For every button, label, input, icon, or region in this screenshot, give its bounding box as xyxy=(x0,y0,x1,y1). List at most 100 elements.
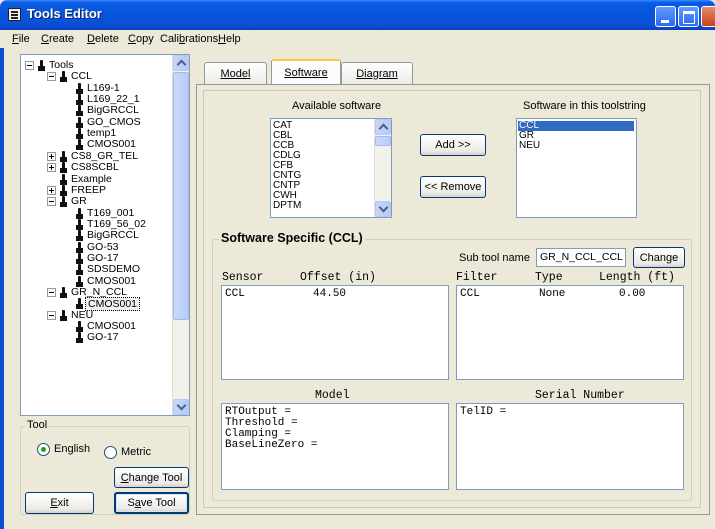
list-item[interactable]: CCL xyxy=(518,121,634,131)
model-line: BaseLineZero = xyxy=(225,439,318,451)
tree-node-label: FREEP xyxy=(71,183,107,196)
english-radio[interactable] xyxy=(37,443,50,456)
tree-node-label: Example xyxy=(71,172,112,185)
tree-node-label: BigGRCCL xyxy=(87,229,139,242)
collapse-icon[interactable] xyxy=(47,197,56,207)
sensor-list[interactable]: CCL 44.50 xyxy=(221,285,449,380)
tree-node-label: GO-17 xyxy=(87,331,119,344)
menu-help[interactable]: Help xyxy=(218,33,241,45)
tool-icon xyxy=(37,60,46,71)
close-button[interactable] xyxy=(701,6,715,27)
tree-node-label: L169_22_1 xyxy=(87,93,140,106)
tool-icon xyxy=(75,116,84,128)
tree-node-label: SDSDEMO xyxy=(87,263,141,276)
tree-node-label: GO-17 xyxy=(87,251,119,264)
menu-calibrations[interactable]: Calibrations xyxy=(160,33,218,45)
tree-scrollbar[interactable] xyxy=(172,55,189,415)
tool-icon xyxy=(75,94,84,106)
collapse-icon[interactable] xyxy=(47,310,56,320)
tab-diagram[interactable]: Diagram xyxy=(341,62,413,84)
toolstring-software-list[interactable]: CCL GR NEU xyxy=(516,118,637,218)
menu-delete[interactable]: Delete xyxy=(87,33,119,45)
tool-icon xyxy=(75,321,84,333)
tool-icon xyxy=(75,207,84,219)
tree-node-label: CMOS001 xyxy=(87,274,137,287)
tree-scroll-down-button[interactable] xyxy=(173,399,189,415)
tool-icon xyxy=(75,82,84,94)
maximize-button[interactable] xyxy=(678,6,699,27)
filter-cell: CCL xyxy=(460,288,480,300)
title-bar: Tools Editor xyxy=(0,0,715,30)
tab-model[interactable]: Model xyxy=(204,62,267,84)
serial-number-textbox[interactable]: TelID = xyxy=(456,403,684,490)
tool-icon xyxy=(75,298,84,310)
expand-icon[interactable] xyxy=(47,185,56,195)
available-scroll-thumb[interactable] xyxy=(375,136,391,146)
menu-file[interactable]: File xyxy=(12,33,30,45)
tools-tree[interactable]: Tools CCL L169-1 L169_22_1 BigGRCCL GO_CMOS te… xyxy=(20,54,190,416)
type-cell: None xyxy=(539,288,566,300)
tool-icon xyxy=(75,128,84,140)
serial-line: TelID = xyxy=(460,406,507,418)
tool-icon xyxy=(59,184,68,196)
offset-cell: 44.50 xyxy=(313,288,347,300)
menu-bar: File Create Delete Copy Calibrations Hel… xyxy=(0,30,715,48)
expand-icon[interactable] xyxy=(47,163,56,173)
tool-icon xyxy=(59,150,68,162)
serial-number-header: Serial Number xyxy=(535,389,625,402)
menu-create[interactable]: Create xyxy=(41,33,74,45)
available-software-list[interactable]: CAT CBL CCB CDLG CFB CNTG CNTP CWH DPTM xyxy=(270,118,392,218)
collapse-icon[interactable] xyxy=(25,61,34,70)
tree-node-label: L169-1 xyxy=(87,81,120,94)
window-title: Tools Editor xyxy=(27,6,102,21)
minimize-button[interactable] xyxy=(655,6,676,27)
tree-node-label: CCL xyxy=(71,70,93,83)
sensor-header: Sensor xyxy=(222,271,264,284)
tree-node-label: T169_001 xyxy=(87,206,135,219)
tree-node-label: BigGRCCL xyxy=(87,104,139,117)
tool-icon xyxy=(59,162,68,174)
tree-node-label: Tools xyxy=(49,59,74,71)
list-item[interactable]: DPTM xyxy=(273,201,301,211)
tree-scroll-up-button[interactable] xyxy=(173,55,189,71)
change-subtool-button[interactable]: Change xyxy=(633,247,685,268)
tool-icon xyxy=(75,241,84,253)
metric-label: Metric xyxy=(121,446,151,458)
available-scrollbar[interactable] xyxy=(374,119,391,217)
window-frame-left xyxy=(0,30,4,529)
sub-tool-name-label: Sub tool name xyxy=(459,252,530,264)
collapse-icon[interactable] xyxy=(47,288,56,297)
tree-node-label: GR xyxy=(71,195,87,208)
add-button[interactable]: Add >> xyxy=(420,134,486,156)
remove-button[interactable]: << Remove xyxy=(420,176,486,198)
menu-copy[interactable]: Copy xyxy=(128,33,154,45)
tool-icon xyxy=(75,218,84,230)
tool-icon xyxy=(75,230,84,242)
tree-node-label: GO_CMOS xyxy=(87,115,141,128)
tool-icon xyxy=(75,332,84,344)
tool-icon xyxy=(59,71,68,83)
list-item[interactable]: NEU xyxy=(519,141,540,151)
save-tool-button[interactable]: Sa ve Tool xyxy=(114,492,189,514)
tool-icon xyxy=(75,139,84,151)
expand-icon[interactable] xyxy=(47,151,56,161)
tree-node-label: CS8SCBL xyxy=(71,161,119,174)
tree-node-label: CMOS001 xyxy=(87,138,137,151)
available-scroll-down-button[interactable] xyxy=(375,201,391,217)
tree-node-label: CMOS001 xyxy=(87,320,137,333)
tree-scroll-thumb[interactable] xyxy=(173,72,189,320)
change-tool-button[interactable]: Change Tool xyxy=(114,467,189,488)
tool-icon xyxy=(75,275,84,287)
tool-icon xyxy=(75,105,84,117)
exit-button[interactable]: Exit xyxy=(25,492,94,514)
tab-software[interactable]: Software xyxy=(271,59,341,84)
tree-node-label: T169_56_02 xyxy=(87,217,146,230)
tool-icon xyxy=(75,252,84,264)
metric-radio[interactable] xyxy=(104,446,117,459)
software-specific-legend: Software Specific (CCL) xyxy=(219,231,365,245)
available-scroll-up-button[interactable] xyxy=(375,119,391,135)
sub-tool-name-field[interactable]: GR_N_CCL_CCL xyxy=(536,248,626,267)
model-textbox[interactable]: RTOutput = Threshold = Clamping = BaseLineZ… xyxy=(221,403,449,490)
collapse-icon[interactable] xyxy=(47,72,56,82)
filter-list[interactable]: CCL None 0.00 xyxy=(456,285,684,380)
